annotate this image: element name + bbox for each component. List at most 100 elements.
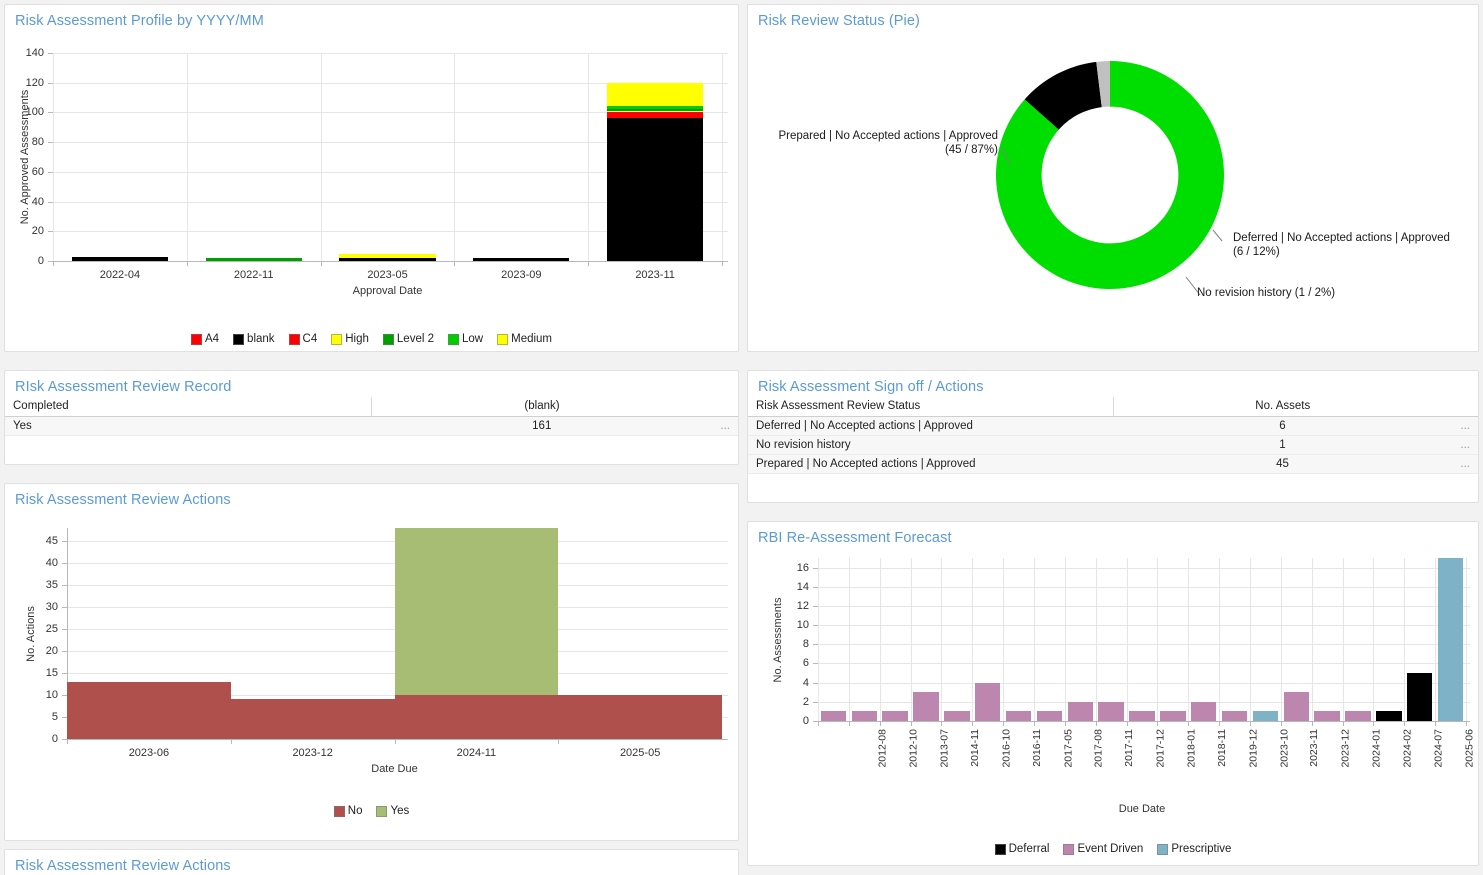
bar-segment[interactable] xyxy=(606,82,704,107)
y-axis-title: No. Assessments xyxy=(772,597,784,682)
gridline-vertical xyxy=(1064,558,1066,721)
bar-segment[interactable] xyxy=(1191,701,1217,721)
pie-callout-prepared: Prepared | No Accepted actions | Approve… xyxy=(778,130,999,157)
cell-no-assets: 1 xyxy=(1113,435,1452,455)
y-axis-tick-label: 20 xyxy=(31,225,44,238)
bar-segment[interactable] xyxy=(71,256,169,261)
x-axis-tick-label: 2023-05 xyxy=(367,269,408,281)
x-axis-tick-label: 2022-11 xyxy=(233,269,274,281)
legend-item[interactable]: Level 2 xyxy=(382,333,434,345)
bar-segment[interactable] xyxy=(394,528,559,696)
x-axis-tick-label: 2022-04 xyxy=(99,269,141,281)
table-row[interactable]: Yes 161 ... xyxy=(5,416,738,436)
x-axis-tickmark xyxy=(941,721,943,726)
bar-segment[interactable] xyxy=(1407,673,1433,721)
gridline-vertical xyxy=(53,53,54,261)
bar-segment[interactable] xyxy=(606,109,704,111)
column-header-review-status[interactable]: Risk Assessment Review Status xyxy=(748,397,1113,417)
bar-segment[interactable] xyxy=(1252,711,1279,721)
bar-segment[interactable] xyxy=(913,692,939,721)
bar-segment[interactable] xyxy=(1129,711,1155,721)
bar-segment[interactable] xyxy=(1437,558,1464,721)
donut-svg: Prepared | No Accepted actions | Approve… xyxy=(996,61,1224,289)
chart-rbi-reassessment-forecast[interactable]: 0 2 4 6 8 10 12 14 16 2012-08 2012-10 2013-07 2014-1… xyxy=(748,548,1480,833)
gridline-vertical xyxy=(454,53,456,261)
cell-completed: Yes xyxy=(5,416,372,436)
legend-item[interactable]: Deferral xyxy=(994,843,1049,855)
table-row[interactable]: Prepared | No Accepted actions | Approve… xyxy=(748,454,1478,474)
chart-risk-assessment-profile[interactable]: 0 20 40 60 80 100 120 140 2022-04 2022-11 2023-05 2… xyxy=(5,31,740,321)
bar-segment[interactable] xyxy=(230,699,395,739)
y-axis-tick-label: 0 xyxy=(37,255,44,267)
bar-segment[interactable] xyxy=(558,695,722,739)
cell-no-assets: 6 xyxy=(1113,416,1452,436)
bar-segment[interactable] xyxy=(851,711,877,721)
x-axis-tickmark xyxy=(910,721,912,726)
bar-segment[interactable] xyxy=(339,258,436,261)
legend-swatch-icon xyxy=(190,333,202,345)
x-axis-tick-label: 2017-08 xyxy=(1092,729,1105,768)
legend-item[interactable]: Prescriptive xyxy=(1157,843,1231,855)
x-axis-tickmark xyxy=(1003,721,1005,726)
y-axis-tick-label: 15 xyxy=(45,667,58,680)
gridline-horizontal xyxy=(818,644,1470,646)
column-header-blank[interactable]: (blank) xyxy=(371,397,712,417)
bar-segment[interactable] xyxy=(473,258,570,261)
bar-segment[interactable] xyxy=(1283,692,1309,721)
column-header-no-assets[interactable]: No. Assets xyxy=(1112,397,1452,417)
bar-segment[interactable] xyxy=(67,681,231,739)
legend-item[interactable]: A4 xyxy=(190,333,219,345)
bar-segment[interactable] xyxy=(1314,711,1340,721)
bar-segment[interactable] xyxy=(1036,711,1063,721)
legend-item[interactable]: Event Driven xyxy=(1063,843,1143,855)
table-row[interactable]: Deferred | No Accepted actions | Approve… xyxy=(748,416,1478,436)
bar-segment[interactable] xyxy=(606,118,704,261)
bar-segment[interactable] xyxy=(606,106,704,110)
bar-segment[interactable] xyxy=(339,253,436,259)
legend-item[interactable]: Medium xyxy=(497,333,552,345)
bar-segment[interactable] xyxy=(606,112,704,119)
bar-segment[interactable] xyxy=(1160,711,1186,721)
row-overflow-ellipsis[interactable]: ... xyxy=(712,416,738,436)
y-axis-tick-label: 16 xyxy=(796,561,809,574)
row-overflow-ellipsis[interactable]: ... xyxy=(1452,454,1478,474)
column-header-completed[interactable]: Completed xyxy=(5,397,372,417)
row-overflow-ellipsis[interactable]: ... xyxy=(1452,435,1478,455)
bar-segment[interactable] xyxy=(882,711,908,721)
x-axis-tickmark xyxy=(454,261,456,266)
gridline-vertical xyxy=(1188,558,1190,721)
gridline-horizontal xyxy=(818,586,1470,588)
table-review-record[interactable]: Completed (blank) Yes 161 ... xyxy=(5,397,738,436)
legend-item[interactable]: No xyxy=(333,805,362,817)
x-axis-tick-label: 2017-12 xyxy=(1154,729,1167,768)
bar-segment[interactable] xyxy=(944,711,970,721)
bar-segment[interactable] xyxy=(1345,711,1371,721)
bar-segment[interactable] xyxy=(1067,701,1093,721)
bar-segment[interactable] xyxy=(394,695,559,739)
row-overflow-ellipsis[interactable]: ... xyxy=(1452,416,1478,436)
bar-segment[interactable] xyxy=(1221,711,1248,721)
x-axis-tick-label: 2013-07 xyxy=(938,729,951,768)
x-axis-tickmark xyxy=(588,261,590,266)
legend-item[interactable]: Low xyxy=(448,333,483,345)
x-axis-tickmark xyxy=(558,739,560,744)
chart-risk-assessment-review-actions[interactable]: 0 5 10 15 20 25 30 35 40 45 2023-06 2023-12 2024-11 2… xyxy=(5,510,740,795)
bar-segment[interactable] xyxy=(1376,711,1402,721)
gridline-vertical xyxy=(1157,558,1159,721)
bar-segment[interactable] xyxy=(1098,701,1124,721)
legend-swatch-icon xyxy=(994,843,1006,855)
bar-segment[interactable] xyxy=(606,110,704,113)
legend-item[interactable]: High xyxy=(331,333,369,345)
gridline-vertical xyxy=(1280,558,1282,721)
bar-segment[interactable] xyxy=(205,258,302,261)
table-row[interactable]: No revision history 1... xyxy=(748,435,1478,455)
bar-segment[interactable] xyxy=(1005,711,1032,721)
bar-segment[interactable] xyxy=(975,682,1001,721)
legend-item[interactable]: C4 xyxy=(288,333,317,345)
legend-item[interactable]: blank xyxy=(233,333,275,345)
x-axis-tickmark xyxy=(1466,721,1467,726)
donut-chart-risk-review-status[interactable]: Prepared | No Accepted actions | Approve… xyxy=(996,61,1224,289)
table-signoff-actions[interactable]: Risk Assessment Review Status No. Assets… xyxy=(748,397,1478,474)
bar-segment[interactable] xyxy=(820,711,847,721)
legend-item[interactable]: Yes xyxy=(376,805,409,817)
